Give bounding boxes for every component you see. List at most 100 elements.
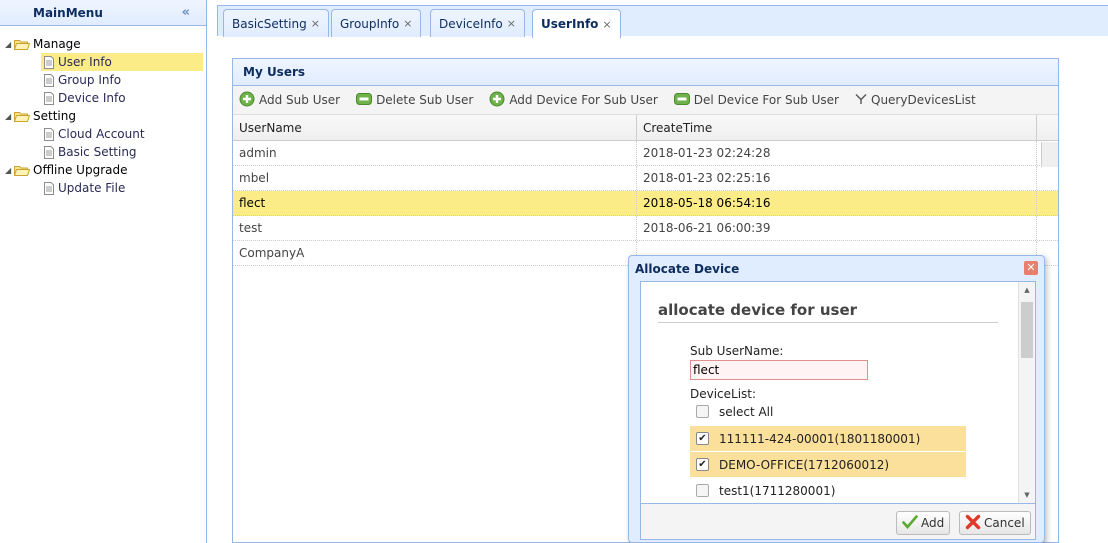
table-row[interactable]: mbel 2018-01-23 02:25:16	[233, 166, 1058, 191]
remove-icon	[356, 92, 373, 108]
tree-item-label: Device Info	[58, 91, 126, 105]
tree-item-cloud-account[interactable]: Cloud Account	[0, 125, 206, 143]
checkmark-icon	[902, 514, 918, 532]
cell-createtime: 2018-05-18 06:54:16	[637, 191, 1037, 215]
column-header-createtime[interactable]: CreateTime	[637, 115, 1037, 140]
tool-label: QueryDevicesList	[871, 93, 976, 107]
checkmark-icon[interactable]: ✔	[696, 432, 709, 445]
cell-username: CompanyA	[233, 241, 637, 265]
close-icon[interactable]: ×	[507, 17, 516, 30]
device-checkbox-row[interactable]: ✔ 111111-424-00001(1801180001)	[690, 426, 966, 451]
expand-arrow-icon[interactable]: ◢	[5, 112, 14, 121]
dialog-footer: Add Cancel	[640, 504, 1036, 540]
tree-group-label: Setting	[33, 109, 76, 123]
device-checkbox-row[interactable]: test1(1711280001)	[690, 478, 966, 503]
dialog-body: allocate device for user Sub UserName: D…	[640, 281, 1036, 504]
tree-item-user-info[interactable]: User Info	[41, 53, 203, 71]
table-row[interactable]: admin 2018-01-23 02:24:28	[233, 141, 1058, 166]
file-icon	[43, 73, 55, 87]
grid-header: UserName CreateTime	[233, 115, 1058, 141]
checkbox[interactable]	[696, 405, 709, 418]
dialog-scrollbar[interactable]: ▲ ▼	[1018, 282, 1035, 503]
column-header-username[interactable]: UserName	[233, 115, 637, 140]
tool-label: Add Device For Sub User	[509, 93, 658, 107]
menu-tree: ◢ Manage User Info Group Info Device Inf…	[0, 26, 206, 197]
menu-header: MainMenu «	[0, 0, 206, 26]
expand-arrow-icon[interactable]: ◢	[5, 40, 14, 49]
tree-group-label: Offline Upgrade	[33, 163, 128, 177]
tree-item-device-info[interactable]: Device Info	[0, 89, 206, 107]
allocate-device-dialog: Allocate Device ✕ allocate device for us…	[628, 255, 1045, 543]
tab-deviceinfo[interactable]: DeviceInfo ×	[430, 9, 525, 37]
checkbox-label: 111111-424-00001(1801180001)	[719, 431, 921, 446]
tree-item-label: Cloud Account	[58, 127, 145, 141]
cell-username: flect	[233, 191, 637, 215]
cell-createtime: 2018-06-21 06:00:39	[637, 216, 1037, 240]
sub-username-field[interactable]	[690, 360, 868, 380]
tab-label: DeviceInfo	[439, 16, 503, 31]
cancel-icon	[965, 514, 981, 533]
tab-label: BasicSetting	[232, 16, 307, 31]
scroll-up-icon[interactable]: ▲	[1019, 286, 1035, 294]
add-sub-user-button[interactable]: Add Sub User	[239, 91, 340, 110]
dialog-heading: allocate device for user	[658, 301, 858, 319]
tree-item-label: Update File	[58, 181, 126, 195]
tree-item-label: Group Info	[58, 73, 122, 87]
device-checkbox-row[interactable]: ✔ DEMO-OFFICE(1712060012)	[690, 452, 966, 477]
remove-icon	[673, 92, 690, 108]
scrollbar-thumb[interactable]	[1021, 302, 1033, 358]
file-icon	[43, 91, 55, 105]
dialog-titlebar[interactable]: Allocate Device ✕	[629, 256, 1044, 281]
tool-label: Del Device For Sub User	[693, 93, 839, 107]
close-icon[interactable]: ×	[602, 18, 611, 31]
tab-groupinfo[interactable]: GroupInfo ×	[331, 9, 422, 37]
table-row-selected[interactable]: flect 2018-05-18 06:54:16	[233, 191, 1058, 216]
tree-group-setting[interactable]: ◢ Setting	[0, 107, 206, 125]
checkmark-icon[interactable]: ✔	[696, 458, 709, 471]
del-device-for-sub-user-button[interactable]: Del Device For Sub User	[673, 92, 839, 108]
close-icon[interactable]: ✕	[1024, 261, 1038, 275]
main-menu: MainMenu « ◢ Manage User Info Group Info…	[0, 0, 207, 543]
button-label: Cancel	[984, 516, 1025, 530]
cell-username: test	[233, 216, 637, 240]
header-scroll-gutter	[1041, 142, 1058, 167]
cell-username: mbel	[233, 166, 637, 190]
filter-icon	[855, 93, 867, 108]
checkbox-label: test1(1711280001)	[719, 483, 836, 498]
add-button[interactable]: Add	[896, 511, 951, 535]
close-icon[interactable]: ×	[403, 17, 412, 30]
select-all-checkbox-row[interactable]: select All	[690, 399, 966, 424]
tree-item-label: User Info	[58, 55, 112, 69]
cell-createtime: 2018-01-23 02:24:28	[637, 141, 1037, 165]
table-row[interactable]: test 2018-06-21 06:00:39	[233, 216, 1058, 241]
delete-sub-user-button[interactable]: Delete Sub User	[356, 92, 474, 108]
menu-title: MainMenu	[33, 5, 103, 20]
double-chevron-left-icon[interactable]: «	[182, 5, 190, 20]
close-icon[interactable]: ×	[311, 17, 320, 30]
cancel-button[interactable]: Cancel	[959, 511, 1031, 535]
tab-strip: BasicSetting × GroupInfo × DeviceInfo × …	[217, 5, 1108, 38]
cell-username: admin	[233, 141, 637, 165]
tree-group-offline-upgrade[interactable]: ◢ Offline Upgrade	[0, 161, 206, 179]
tab-userinfo[interactable]: UserInfo ×	[532, 9, 621, 38]
file-icon	[43, 55, 55, 69]
folder-open-icon	[14, 111, 30, 122]
scroll-down-icon[interactable]: ▼	[1019, 491, 1035, 499]
tab-basicsetting[interactable]: BasicSetting ×	[223, 9, 329, 37]
tab-label: GroupInfo	[340, 16, 400, 31]
grid-toolbar: Add Sub User Delete Sub User Add Device …	[233, 86, 1058, 115]
checkbox-label: DEMO-OFFICE(1712060012)	[719, 457, 890, 472]
query-devices-list-button[interactable]: QueryDevicesList	[855, 93, 976, 108]
tab-bar: BasicSetting × GroupInfo × DeviceInfo × …	[217, 0, 1108, 38]
tree-item-label: Basic Setting	[58, 145, 137, 159]
file-icon	[43, 127, 55, 141]
expand-arrow-icon[interactable]: ◢	[5, 166, 14, 175]
checkbox[interactable]	[696, 484, 709, 497]
tool-label: Add Sub User	[259, 93, 341, 107]
tool-label: Delete Sub User	[376, 93, 474, 107]
tree-item-group-info[interactable]: Group Info	[0, 71, 206, 89]
add-device-for-sub-user-button[interactable]: Add Device For Sub User	[489, 91, 658, 110]
tree-item-update-file[interactable]: Update File	[0, 179, 206, 197]
tree-item-basic-setting[interactable]: Basic Setting	[0, 143, 206, 161]
tree-group-manage[interactable]: ◢ Manage	[0, 35, 206, 53]
